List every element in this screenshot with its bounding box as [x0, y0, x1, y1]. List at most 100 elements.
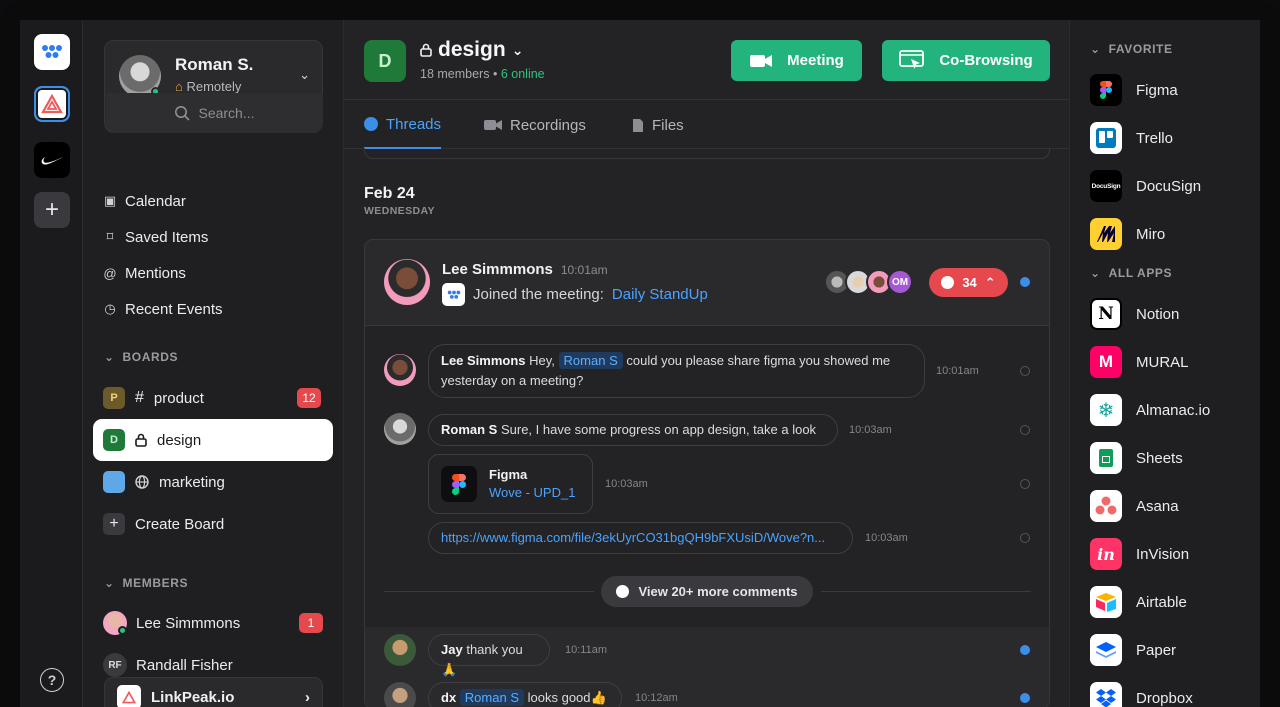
- search-icon: [175, 106, 191, 121]
- favorite-section-title[interactable]: ⌄ FAVORITE: [1090, 42, 1173, 56]
- nav-mentions[interactable]: @ Mentions: [103, 261, 185, 285]
- user-status: ⌂ Remotely: [175, 79, 241, 94]
- app-name: Asana: [1136, 497, 1179, 515]
- mention-tag[interactable]: Roman S: [558, 352, 623, 369]
- member-name: Randall Fisher: [136, 656, 233, 674]
- linkpeak-workspace-icon[interactable]: [34, 86, 70, 122]
- meeting-link[interactable]: Daily StandUp: [612, 286, 708, 303]
- nav-calendar[interactable]: ▣ Calendar: [103, 189, 186, 213]
- nike-workspace-icon[interactable]: [34, 142, 70, 178]
- app-miro[interactable]: Miro: [1090, 218, 1165, 250]
- member-name: Lee Simmmons: [136, 614, 241, 632]
- file-name[interactable]: Wove - UPD_1: [489, 485, 575, 500]
- more-comments-label: View 20+ more comments: [638, 584, 798, 599]
- unread-dot: [1020, 693, 1030, 703]
- link-bubble[interactable]: https://www.figma.com/file/3ekUyrCO31bgQ…: [428, 522, 853, 554]
- app-mural[interactable]: M MURAL: [1090, 346, 1189, 378]
- unread-badge: 12: [297, 388, 321, 408]
- plus-icon: +: [103, 513, 125, 535]
- app-airtable[interactable]: Airtable: [1090, 586, 1187, 618]
- app-figma[interactable]: Figma: [1090, 74, 1178, 106]
- thread-card[interactable]: Lee Simmmons 10:01am Joined the meeting: …: [364, 239, 1050, 707]
- app-name: Figma: [1136, 81, 1178, 99]
- app-name: Paper: [1136, 641, 1177, 659]
- avatar: [384, 413, 416, 445]
- lock-icon: [135, 433, 147, 447]
- avatar: [384, 259, 430, 305]
- reply-time: 10:11am: [565, 644, 607, 656]
- app-docusign[interactable]: DocuSign DocuSign: [1090, 170, 1201, 202]
- channel-title[interactable]: design ⌄: [420, 38, 523, 62]
- wove-icon: [442, 283, 465, 306]
- app-window: + ? Roman S. ⌂ Remotely ⌄ Search... ▣ Cal…: [20, 20, 1260, 707]
- chevron-down-icon[interactable]: ⌄: [299, 67, 310, 83]
- all-apps-section-title[interactable]: ⌄ ALL APPS: [1090, 266, 1172, 280]
- cobrowse-icon: [899, 49, 925, 69]
- help-icon[interactable]: ?: [40, 668, 64, 692]
- message-bubble[interactable]: Lee Simmons Hey, Roman S could you pleas…: [428, 344, 925, 398]
- member-item-randall[interactable]: RF Randall Fisher: [103, 653, 233, 677]
- message-time: 10:03am: [865, 532, 908, 544]
- board-avatar: [103, 471, 125, 493]
- create-board-button[interactable]: + Create Board: [93, 503, 333, 545]
- meeting-button[interactable]: Meeting: [731, 40, 862, 81]
- workspace-rail: + ?: [20, 20, 83, 707]
- reply-author: dx: [441, 690, 457, 705]
- app-paper[interactable]: Paper: [1090, 634, 1176, 666]
- participants-stack[interactable]: OM: [824, 269, 913, 295]
- app-almanac[interactable]: ❄ Almanac.io: [1090, 394, 1210, 426]
- co-browsing-button[interactable]: Co-Browsing: [882, 40, 1050, 81]
- almanac-icon: ❄: [1090, 394, 1122, 426]
- workspace-switcher[interactable]: LinkPeak.io ›: [104, 677, 323, 707]
- channel-meta: 18 members • 6 online: [420, 67, 545, 81]
- app-invision[interactable]: in InVision: [1090, 538, 1189, 570]
- nav-saved-items[interactable]: ⌑ Saved Items: [103, 225, 209, 249]
- date-heading: Feb 24: [364, 185, 415, 202]
- nav-recent-events[interactable]: ◷ Recent Events: [103, 297, 222, 321]
- search-input[interactable]: Search...: [106, 93, 323, 133]
- board-item-marketing[interactable]: marketing: [93, 461, 333, 503]
- figma-file-attachment[interactable]: Figma Wove - UPD_1: [428, 454, 593, 514]
- app-name: InVision: [1136, 545, 1190, 563]
- avatar: [384, 634, 416, 666]
- video-camera-icon: [750, 54, 773, 67]
- unread-badge: 1: [299, 613, 323, 633]
- app-sheets[interactable]: Sheets: [1090, 442, 1183, 474]
- add-workspace-icon[interactable]: +: [34, 192, 70, 228]
- asana-icon: [1090, 490, 1122, 522]
- message-bubble[interactable]: Roman S Sure, I have some progress on ap…: [428, 414, 838, 446]
- member-item-lee[interactable]: Lee Simmmons 1: [103, 611, 323, 635]
- chevron-down-icon: ⌄: [104, 350, 115, 364]
- channel-header: D design ⌄ 18 members • 6 online Meeting…: [344, 20, 1070, 100]
- sidebar: Roman S. ⌂ Remotely ⌄ Search... ▣ Calenda…: [83, 20, 344, 707]
- user-status-label: Remotely: [186, 79, 242, 94]
- tab-files[interactable]: Files: [632, 101, 684, 149]
- board-item-product[interactable]: P # product 12: [93, 377, 333, 419]
- app-trello[interactable]: Trello: [1090, 122, 1173, 154]
- reply-bubble[interactable]: Jay thank you 🙏: [428, 634, 550, 677]
- tab-threads[interactable]: Threads: [364, 101, 442, 149]
- file-title: Figma: [489, 467, 528, 482]
- thread-summary: Joined the meeting: Daily StandUp: [442, 283, 708, 306]
- app-dropbox[interactable]: Dropbox: [1090, 682, 1193, 707]
- board-avatar: P: [103, 387, 125, 409]
- app-name: DocuSign: [1136, 177, 1202, 195]
- comments-toggle[interactable]: 34 ⌃: [929, 268, 1008, 297]
- board-item-design[interactable]: D design: [93, 419, 333, 461]
- boards-section-title[interactable]: ⌄ BOARDS: [104, 350, 178, 364]
- app-name: Miro: [1136, 225, 1166, 243]
- message-time: 10:03am: [849, 424, 892, 436]
- wove-workspace-icon[interactable]: [34, 34, 70, 70]
- app-asana[interactable]: Asana: [1090, 490, 1179, 522]
- members-section-title[interactable]: ⌄ MEMBERS: [104, 576, 188, 590]
- reply-text: looks good👍: [527, 690, 607, 705]
- unread-dot: [1020, 277, 1030, 287]
- mention-tag[interactable]: Roman S: [459, 689, 524, 706]
- globe-icon: [135, 475, 149, 489]
- read-indicator: [1020, 479, 1030, 489]
- reply-bubble[interactable]: dx Roman S looks good👍: [428, 682, 622, 707]
- app-notion[interactable]: N Notion: [1090, 298, 1179, 330]
- view-more-comments-button[interactable]: View 20+ more comments: [601, 576, 813, 607]
- user-card[interactable]: Roman S. ⌂ Remotely ⌄ Search...: [104, 40, 323, 133]
- tab-recordings[interactable]: Recordings: [484, 101, 586, 149]
